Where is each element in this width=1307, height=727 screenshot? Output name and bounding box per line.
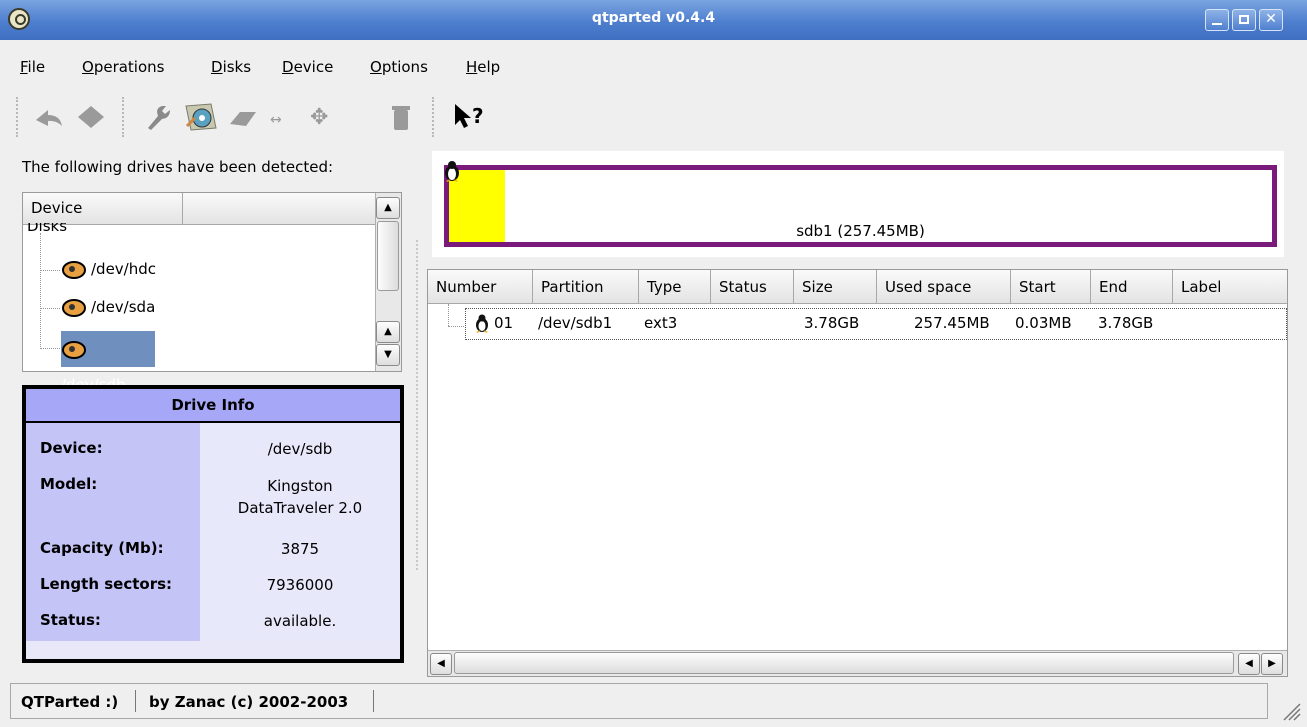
cell-type: ext3 xyxy=(644,314,678,332)
window-title: qtparted v0.4.4 xyxy=(591,10,716,26)
toolbar-grip[interactable] xyxy=(432,97,438,137)
partition-table-hscrollbar[interactable]: ◀ ◀ ▶ xyxy=(428,650,1287,676)
tree-branch-line xyxy=(448,304,449,326)
linux-penguin-icon xyxy=(474,313,490,337)
help-question-mark: ? xyxy=(472,104,484,128)
info-value: /dev/sdb xyxy=(267,440,333,458)
menu-operations[interactable]: Operations xyxy=(82,58,164,76)
device-column-header[interactable]: Device xyxy=(23,193,183,225)
partition-bar-sdb1[interactable]: sdb1 (257.45MB) xyxy=(444,165,1277,247)
cell-number: 01 xyxy=(494,314,514,332)
cell-size: 3.78GB xyxy=(804,314,860,332)
scroll-up-button[interactable]: ▲ xyxy=(376,197,400,219)
menu-options[interactable]: Options xyxy=(370,58,428,76)
tree-branch-line xyxy=(40,308,60,309)
column-header-type[interactable]: Type xyxy=(639,270,711,304)
column-header-number[interactable]: Number xyxy=(428,270,533,304)
info-value: 7936000 xyxy=(266,576,334,594)
info-label: Status: xyxy=(40,611,101,629)
title-bar[interactable]: qtparted v0.4.4 xyxy=(0,0,1307,40)
resize-icon[interactable]: ↔ xyxy=(270,112,282,128)
undo-icon[interactable] xyxy=(34,104,66,136)
status-bar: QTParted :) by Zanac (c) 2002-2003 xyxy=(10,683,1268,719)
tree-item-hdc[interactable]: /dev/hdc xyxy=(61,257,156,281)
column-header-partition[interactable]: Partition xyxy=(533,270,639,304)
scroll-up-button[interactable]: ▲ xyxy=(376,321,400,343)
device-tree[interactable]: Device Disks /dev/hdc /dev/sda /dev/sdb … xyxy=(22,192,402,394)
cell-used-space: 257.45MB xyxy=(914,314,990,332)
format-disk-icon[interactable] xyxy=(183,100,219,138)
tree-item-sda[interactable]: /dev/sda xyxy=(61,295,155,319)
menu-device[interactable]: Device xyxy=(282,58,333,76)
scroll-left-button[interactable]: ◀ xyxy=(430,653,452,675)
column-header-start[interactable]: Start xyxy=(1011,270,1091,304)
maximize-icon xyxy=(1239,15,1249,24)
drive-info-panel: Drive Info Device: /dev/sdb Model: Kings… xyxy=(22,385,404,663)
cell-end: 3.78GB xyxy=(1098,314,1154,332)
pane-splitter[interactable] xyxy=(416,240,422,570)
cell-start: 0.03MB xyxy=(1015,314,1072,332)
scroll-right-button[interactable]: ▶ xyxy=(1261,653,1283,675)
status-app-name: QTParted :) xyxy=(21,693,119,711)
partition-table[interactable]: Number Partition Type Status Size Used s… xyxy=(427,269,1288,677)
tree-branch-line xyxy=(40,270,60,271)
close-icon: ✕ xyxy=(1265,11,1277,27)
toolbar-grip[interactable] xyxy=(122,97,128,137)
info-value: 3875 xyxy=(280,540,320,558)
hard-disk-icon xyxy=(62,298,86,317)
blank-column-header[interactable] xyxy=(183,193,376,225)
toolbar-grip[interactable] xyxy=(16,97,22,137)
scroll-down-button[interactable]: ▼ xyxy=(376,344,400,366)
close-button[interactable]: ✕ xyxy=(1259,9,1283,31)
wrench-icon[interactable] xyxy=(142,102,172,138)
commit-icon[interactable] xyxy=(76,104,106,136)
column-header-size[interactable]: Size xyxy=(794,270,877,304)
info-value: available. xyxy=(263,612,337,630)
menu-file[interactable]: File xyxy=(20,58,45,76)
whats-this-help-icon[interactable]: ? xyxy=(452,101,488,135)
drive-info-title: Drive Info xyxy=(26,389,400,423)
scroll-thumb[interactable] xyxy=(454,652,1234,674)
hard-disk-icon xyxy=(62,340,86,359)
maximize-button[interactable] xyxy=(1232,9,1256,31)
linux-penguin-icon xyxy=(443,160,461,186)
menu-disks[interactable]: Disks xyxy=(211,58,251,76)
tree-root-disks[interactable]: Disks xyxy=(27,223,67,235)
tree-branch-line xyxy=(40,348,60,349)
status-separator xyxy=(373,690,374,712)
column-header-end[interactable]: End xyxy=(1091,270,1173,304)
info-label: Capacity (Mb): xyxy=(40,539,164,557)
info-label: Model: xyxy=(40,475,98,493)
tree-branch-line xyxy=(448,326,464,327)
minimize-button[interactable] xyxy=(1205,9,1229,31)
tree-item-label: /dev/sda xyxy=(91,298,156,316)
status-credits: by Zanac (c) 2002-2003 xyxy=(149,693,349,711)
minimize-icon xyxy=(1212,23,1222,25)
column-header-label[interactable]: Label xyxy=(1173,270,1287,304)
status-separator xyxy=(135,690,136,712)
hard-disk-icon xyxy=(62,260,86,279)
column-header-used-space[interactable]: Used space xyxy=(877,270,1011,304)
device-list-scrollbar[interactable]: ▲ ▲ ▼ xyxy=(375,193,401,371)
scroll-left-button[interactable]: ◀ xyxy=(1238,653,1260,675)
resize-grip-icon[interactable] xyxy=(1280,700,1302,722)
tree-branch-line xyxy=(40,233,41,349)
move-icon[interactable]: ✥ xyxy=(310,105,328,130)
tree-item-sdb-selected[interactable]: /dev/sdb xyxy=(61,331,155,394)
info-label: Length sectors: xyxy=(40,575,173,593)
column-header-status[interactable]: Status xyxy=(711,270,794,304)
info-value: Kingston DataTraveler 2.0 xyxy=(237,477,363,517)
detected-drives-label: The following drives have been detected: xyxy=(22,158,334,176)
scroll-thumb[interactable] xyxy=(377,221,399,291)
trash-icon[interactable] xyxy=(390,104,412,138)
tree-item-label: /dev/hdc xyxy=(91,260,157,278)
eraser-icon[interactable] xyxy=(228,108,258,136)
partition-bar-label: sdb1 (257.45MB) xyxy=(796,222,925,240)
cell-partition: /dev/sdb1 xyxy=(538,314,613,332)
app-icon[interactable] xyxy=(8,8,30,30)
info-label: Device: xyxy=(40,439,103,457)
menu-help[interactable]: Help xyxy=(466,58,500,76)
